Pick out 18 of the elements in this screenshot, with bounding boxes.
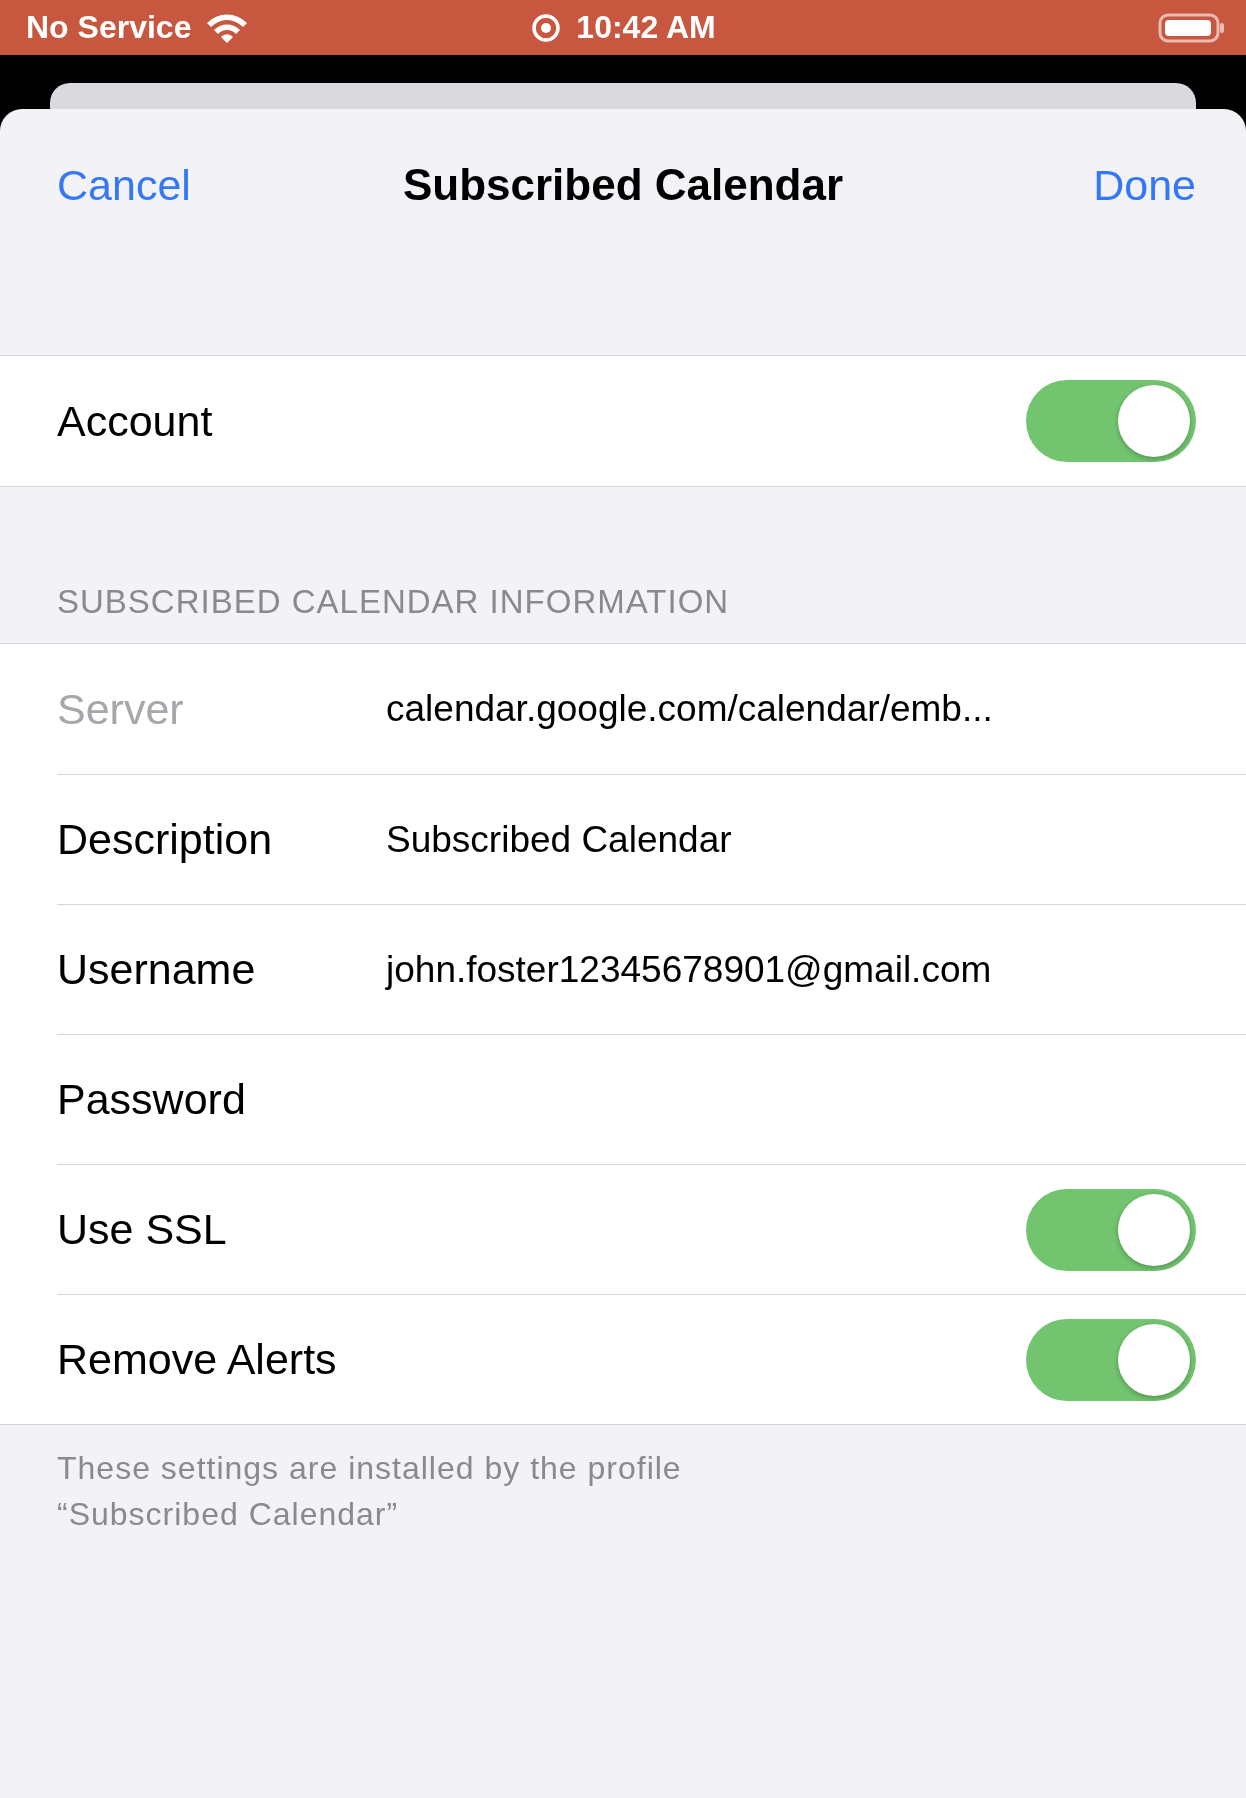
section-header: SUBSCRIBED CALENDAR INFORMATION [56,582,731,622]
carrier-text: No Service [26,9,192,46]
field-value[interactable]: Subscribed Calendar [386,818,732,861]
nav-title: Subscribed Calendar [402,160,844,209]
done-button[interactable]: Done [1093,160,1196,210]
cancel-button[interactable]: Cancel [57,160,191,210]
row-label: Description [57,815,274,864]
row-label: Password [57,1075,247,1124]
battery-icon [1158,11,1226,44]
field-value[interactable]: john.foster12345678901@gmail.com [386,948,992,991]
row-label: Account [57,396,214,446]
row-label: Remove Alerts [57,1335,338,1384]
row-label: Username [57,945,257,994]
footer-note: These settings are installed by the profile “Subscribed Calendar” [56,1449,683,1534]
row-label: Server [57,684,185,734]
row-label: Use SSL [57,1205,228,1254]
clock-text: 10:42 AM [576,9,716,46]
lock-rotation-icon [530,11,563,44]
